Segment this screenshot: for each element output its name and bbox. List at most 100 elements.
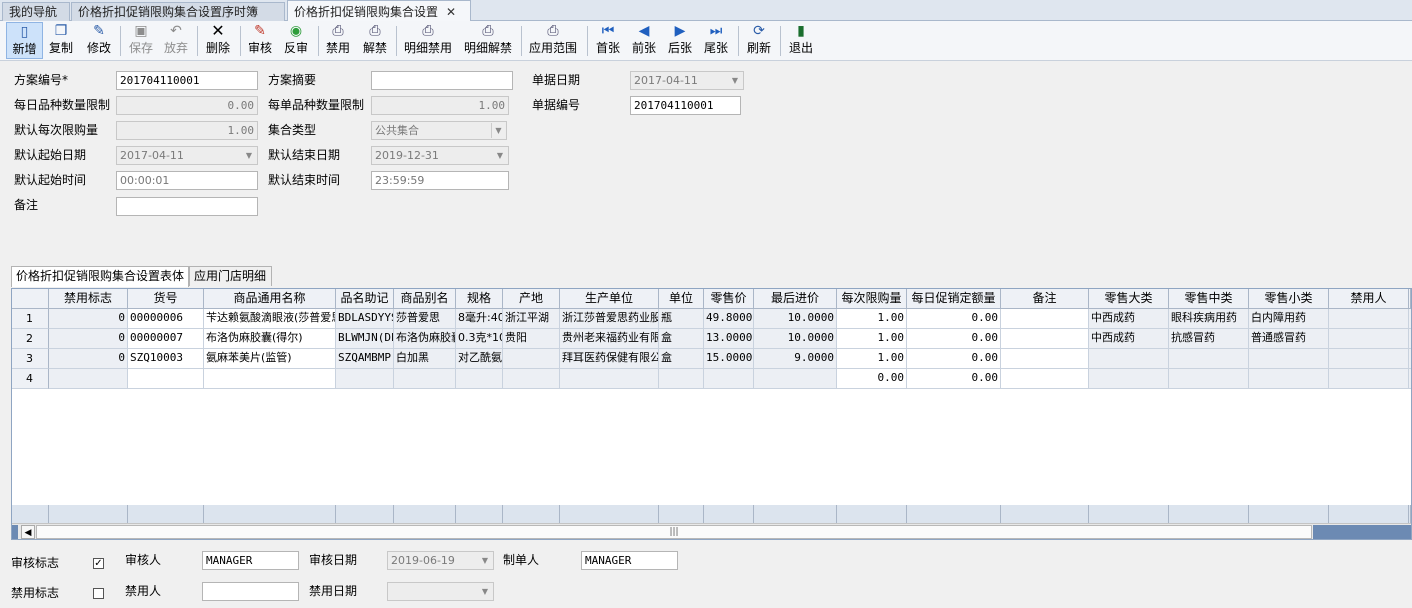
grid-cell[interactable]: 贵阳 bbox=[503, 329, 560, 349]
end-time-field[interactable]: 23:59:59 bbox=[371, 171, 509, 190]
grid-cell[interactable]: 盒 bbox=[659, 349, 704, 369]
disable-flag-checkbox[interactable] bbox=[93, 588, 104, 599]
remark-field[interactable] bbox=[116, 197, 258, 216]
grid-cell[interactable]: 0.3克*10粒 bbox=[456, 329, 503, 349]
grid-cell[interactable] bbox=[503, 349, 560, 369]
discard-button[interactable]: ↶ 放弃 bbox=[161, 22, 191, 59]
grid-cell[interactable]: 49.8000 bbox=[704, 309, 754, 329]
grid-cell[interactable]: 0 bbox=[49, 309, 128, 329]
column-header[interactable]: 单位 bbox=[659, 289, 704, 309]
grid-cell[interactable]: 浙江莎普爱思药业股份有限公司 bbox=[560, 309, 659, 329]
grid-cell[interactable]: BDLASDYYS bbox=[336, 309, 394, 329]
scrollbar-track[interactable] bbox=[1313, 525, 1411, 539]
grid-cell[interactable]: 15.0000 bbox=[704, 349, 754, 369]
grid-cell[interactable]: 布洛伪麻胶囊(得尔) bbox=[204, 329, 336, 349]
apply-range-button[interactable]: ⎙ 应用范围 bbox=[527, 22, 579, 59]
grid-cell[interactable] bbox=[503, 369, 560, 389]
exit-button[interactable]: ▮ 退出 bbox=[786, 22, 816, 59]
column-header[interactable]: 零售中类 bbox=[1169, 289, 1249, 309]
grid-cell[interactable]: 10.0000 bbox=[754, 329, 837, 349]
first-button[interactable]: ⏮ 首张 bbox=[593, 22, 623, 59]
horizontal-scrollbar[interactable]: ◀ ||| bbox=[12, 523, 1411, 539]
tab-store-detail[interactable]: 应用门店明细 bbox=[189, 266, 272, 286]
grid-cell[interactable]: 13.0000 bbox=[704, 329, 754, 349]
grid-cell[interactable] bbox=[1329, 309, 1409, 329]
row-number[interactable]: 1 bbox=[12, 309, 49, 329]
grid-cell[interactable]: SZQ10003 bbox=[128, 349, 204, 369]
grid-cell[interactable] bbox=[1169, 349, 1249, 369]
start-date-field[interactable]: 2017-04-11 ▼ bbox=[116, 146, 258, 165]
plan-summary-field[interactable] bbox=[371, 71, 513, 90]
grid-cell[interactable] bbox=[1329, 329, 1409, 349]
audit-flag-checkbox[interactable]: ✓ bbox=[93, 558, 104, 569]
grid-cell[interactable]: 中西成药 bbox=[1089, 309, 1169, 329]
column-header[interactable]: 产地 bbox=[503, 289, 560, 309]
column-header[interactable]: 规格 bbox=[456, 289, 503, 309]
next-button[interactable]: ▶ 后张 bbox=[665, 22, 695, 59]
grid-cell[interactable]: 00000006 bbox=[128, 309, 204, 329]
tab-detail-body[interactable]: 价格折扣促销限购集合设置表体 bbox=[11, 266, 189, 287]
scroll-left-icon[interactable]: ◀ bbox=[21, 525, 35, 539]
grid-cell[interactable] bbox=[128, 369, 204, 389]
grid-cell[interactable] bbox=[1329, 369, 1409, 389]
column-header[interactable]: 零售价 bbox=[704, 289, 754, 309]
grid-cell[interactable]: 白内障用药 bbox=[1249, 309, 1329, 329]
doc-no-field[interactable]: 201704110001 bbox=[630, 96, 741, 115]
column-header[interactable]: 生产单位 bbox=[560, 289, 659, 309]
grid-cell[interactable] bbox=[659, 369, 704, 389]
column-header[interactable]: 禁用人 bbox=[1329, 289, 1409, 309]
grid-cell[interactable]: 00000007 bbox=[128, 329, 204, 349]
grid-cell[interactable]: 0 bbox=[49, 329, 128, 349]
grid-cell[interactable]: 0.00 bbox=[837, 369, 907, 389]
chevron-down-icon[interactable]: ▼ bbox=[491, 123, 505, 138]
chevron-down-icon[interactable]: ▼ bbox=[493, 148, 507, 163]
tab-promotion-setup[interactable]: 价格折扣促销限购集合设置 ✕ bbox=[287, 0, 471, 22]
grid-cell[interactable]: 普通感冒药 bbox=[1249, 329, 1329, 349]
tab-promotion-list[interactable]: 价格折扣促销限购集合设置序时簿 bbox=[71, 2, 285, 21]
grid-cell[interactable] bbox=[754, 369, 837, 389]
delete-button[interactable]: ✕ 删除 bbox=[203, 22, 233, 59]
prev-button[interactable]: ◀ 前张 bbox=[629, 22, 659, 59]
grid-cell[interactable]: 浙江平湖 bbox=[503, 309, 560, 329]
column-header[interactable]: 禁用标志 bbox=[49, 289, 128, 309]
column-header[interactable]: 零售大类 bbox=[1089, 289, 1169, 309]
close-icon[interactable]: ✕ bbox=[446, 5, 456, 19]
grid-cell[interactable]: 0.00 bbox=[907, 369, 1001, 389]
start-time-field[interactable]: 00:00:01 bbox=[116, 171, 258, 190]
grid-cell[interactable]: BLWMJN(DE) bbox=[336, 329, 394, 349]
grid-cell[interactable]: 1.00 bbox=[837, 329, 907, 349]
chevron-down-icon[interactable]: ▼ bbox=[728, 73, 742, 88]
grid-cell[interactable] bbox=[1001, 329, 1089, 349]
copy-button[interactable]: ❐ 复制 bbox=[46, 22, 76, 59]
grid-cell[interactable] bbox=[1001, 309, 1089, 329]
audit-button[interactable]: ✎ 审核 bbox=[245, 22, 275, 59]
grid-cell[interactable]: 氨麻苯美片(监管) bbox=[204, 349, 336, 369]
grid-cell[interactable]: 0.00 bbox=[907, 329, 1001, 349]
grid-cell[interactable] bbox=[1001, 369, 1089, 389]
save-button[interactable]: ▣ 保存 bbox=[126, 22, 156, 59]
column-header[interactable]: 品名助记 bbox=[336, 289, 394, 309]
disabler-field[interactable] bbox=[202, 582, 299, 601]
column-header[interactable]: 商品别名 bbox=[394, 289, 456, 309]
grid-cell[interactable]: 拜耳医药保健有限公司 bbox=[560, 349, 659, 369]
grid-cell[interactable] bbox=[456, 369, 503, 389]
modify-button[interactable]: ✎ 修改 bbox=[84, 22, 114, 59]
grid-cell[interactable]: 盒 bbox=[659, 329, 704, 349]
grid-cell[interactable] bbox=[1249, 349, 1329, 369]
grid-cell[interactable] bbox=[1249, 369, 1329, 389]
chevron-down-icon[interactable]: ▼ bbox=[478, 584, 492, 599]
detail-disable-button[interactable]: ⎙ 明细禁用 bbox=[402, 22, 454, 59]
grid-cell[interactable]: SZQAMBMP(JG) bbox=[336, 349, 394, 369]
end-date-field[interactable]: 2019-12-31 ▼ bbox=[371, 146, 509, 165]
column-header[interactable]: 货号 bbox=[128, 289, 204, 309]
grid-cell[interactable]: 莎普爱思 bbox=[394, 309, 456, 329]
row-number[interactable]: 2 bbox=[12, 329, 49, 349]
refresh-button[interactable]: ⟳ 刷新 bbox=[744, 22, 774, 59]
grid-cell[interactable]: 1.00 bbox=[837, 349, 907, 369]
grid-cell[interactable]: 抗感冒药 bbox=[1169, 329, 1249, 349]
grid-cell[interactable] bbox=[1089, 349, 1169, 369]
column-header[interactable]: 商品通用名称 bbox=[204, 289, 336, 309]
column-header[interactable]: 备注 bbox=[1001, 289, 1089, 309]
column-header[interactable]: 每日促销定额量 bbox=[907, 289, 1001, 309]
grid-cell[interactable]: 0 bbox=[49, 349, 128, 369]
